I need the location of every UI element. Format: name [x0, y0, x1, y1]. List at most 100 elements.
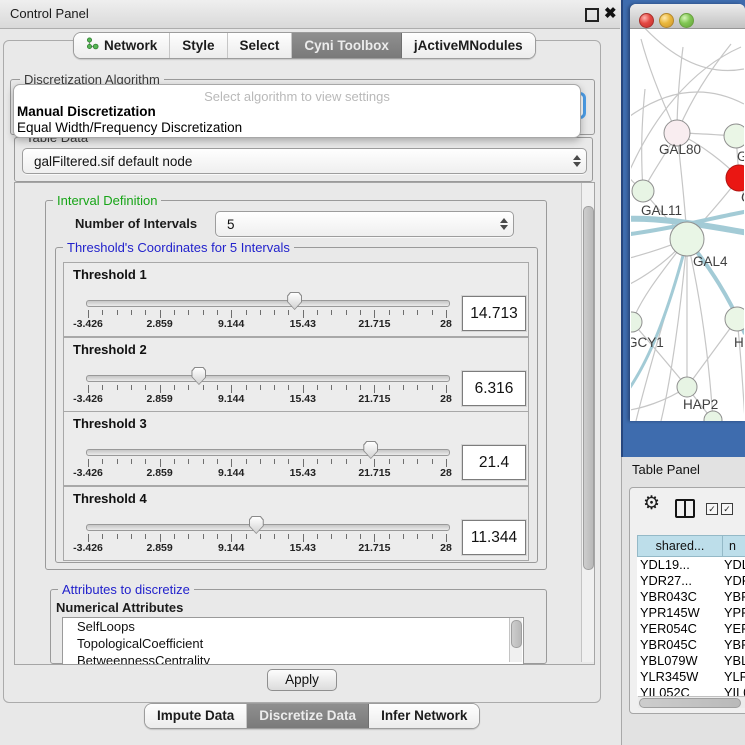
algorithm-option[interactable]: Manual Discretization	[17, 104, 156, 119]
minor-tick	[217, 385, 218, 390]
bottom-tab-infer-network[interactable]: Infer Network	[369, 704, 479, 728]
table-row[interactable]: YBR045CYBR0	[637, 637, 745, 653]
minimize-traffic-light[interactable]	[659, 13, 674, 28]
vertical-scrollbar[interactable]	[581, 183, 594, 662]
tick-label: -3.426	[64, 542, 112, 554]
tick-label: -3.426	[64, 467, 112, 479]
slider-track[interactable]	[86, 524, 450, 531]
threshold-value-field[interactable]	[462, 445, 526, 480]
table-row[interactable]: YBR043CYBR0	[637, 589, 745, 605]
minor-tick	[346, 310, 347, 315]
table-row[interactable]: YLR345WYLR3	[637, 669, 745, 685]
threshold-value-field[interactable]	[462, 296, 526, 331]
tick-label: 9.144	[207, 542, 255, 554]
minor-tick	[389, 459, 390, 464]
network-node[interactable]	[670, 222, 704, 256]
node-label: GCY1	[631, 335, 664, 350]
network-window-titlebar[interactable]	[630, 4, 745, 29]
tab-style[interactable]: Style	[170, 33, 227, 58]
column-header-shared-name[interactable]: shared...	[637, 535, 723, 557]
network-node-selected[interactable]	[726, 165, 744, 191]
tick-label: -3.426	[64, 318, 112, 330]
minor-tick	[174, 534, 175, 539]
float-window-icon[interactable]	[585, 8, 599, 22]
table-row[interactable]: YDR27...YDR2	[637, 573, 745, 589]
tick-label: 15.43	[279, 542, 327, 554]
tab-label: jActiveMNodules	[414, 38, 523, 53]
table-row[interactable]: YBL079WYBL0	[637, 653, 745, 669]
minor-tick	[203, 385, 204, 390]
minor-tick	[188, 459, 189, 464]
slider-thumb[interactable]	[363, 441, 378, 459]
cell-name: YBR0	[724, 637, 745, 652]
table-data-select[interactable]: galFiltered.sif default node	[22, 148, 587, 174]
attribute-list-item[interactable]: SelfLoops	[63, 618, 523, 635]
close-traffic-light[interactable]	[639, 13, 654, 28]
minor-tick	[102, 385, 103, 390]
network-node[interactable]	[725, 307, 744, 331]
zoom-traffic-light[interactable]	[679, 13, 694, 28]
close-icon[interactable]: ✖	[604, 4, 617, 22]
network-node[interactable]	[631, 312, 642, 332]
apply-button[interactable]: Apply	[267, 669, 337, 691]
attributes-list-scrollbar[interactable]	[509, 618, 522, 662]
slider-track[interactable]	[86, 449, 450, 456]
tick-label: -3.426	[64, 393, 112, 405]
checkbox-icon-2[interactable]: ✓	[721, 503, 733, 515]
minor-tick	[102, 459, 103, 464]
minor-tick	[117, 310, 118, 315]
network-graph: GAL80GAGAL11CGAL4GCY1HHAP2	[631, 29, 744, 421]
bottom-tab-discretize-data[interactable]: Discretize Data	[247, 704, 369, 728]
attributes-scrollbar-thumb[interactable]	[511, 620, 522, 648]
table-row[interactable]: YDL19...YDL1	[637, 557, 745, 573]
split-pane-icon[interactable]	[675, 499, 695, 518]
top-tab-bar: NetworkStyleSelectCyni Toolbox jActiveMNo…	[73, 32, 536, 59]
numerical-attributes-list[interactable]: SelfLoopsTopologicalCoefficientBetweenne…	[62, 617, 524, 665]
node-label: GAL4	[693, 254, 728, 269]
horizontal-scrollbar-thumb[interactable]	[639, 698, 741, 708]
number-of-intervals-spinner[interactable]: 5	[215, 211, 514, 237]
slider-thumb[interactable]	[191, 367, 206, 385]
threshold-value-field[interactable]	[462, 520, 526, 555]
slider-track[interactable]	[86, 300, 450, 307]
network-edge	[631, 92, 744, 119]
minor-tick	[260, 385, 261, 390]
attribute-list-item[interactable]: BetweennessCentrality	[63, 652, 523, 665]
slider-track[interactable]	[86, 375, 450, 382]
tick-label: 2.859	[136, 393, 184, 405]
table-data-value: galFiltered.sif default node	[23, 154, 568, 169]
network-node[interactable]	[724, 124, 744, 148]
network-node-icon	[86, 37, 99, 53]
table-row[interactable]: YIL052CYIL0	[637, 685, 745, 696]
vertical-scrollbar-thumb[interactable]	[583, 206, 594, 570]
minor-tick	[145, 310, 146, 315]
checkbox-icon-1[interactable]: ✓	[706, 503, 718, 515]
gear-icon[interactable]: ⚙	[643, 494, 660, 513]
minor-tick	[317, 534, 318, 539]
attribute-list-item[interactable]: TopologicalCoefficient	[63, 635, 523, 652]
table-row[interactable]: YPR145WYPR1	[637, 605, 745, 621]
threshold-value-field[interactable]	[462, 371, 526, 406]
network-canvas[interactable]: GAL80GAGAL11CGAL4GCY1HHAP2	[631, 29, 744, 421]
tab-select[interactable]: Select	[228, 33, 293, 58]
network-node[interactable]	[632, 180, 654, 202]
network-node[interactable]	[677, 377, 697, 397]
algorithm-option[interactable]: Equal Width/Frequency Discretization	[17, 120, 242, 135]
minor-tick	[260, 310, 261, 315]
table-row[interactable]: YER054CYER0	[637, 621, 745, 637]
major-tick	[160, 534, 161, 542]
cell-name: YLR3	[724, 669, 745, 684]
column-header-name[interactable]: n	[722, 535, 745, 557]
tab-network[interactable]: Network	[74, 33, 170, 58]
bottom-tab-impute-data[interactable]: Impute Data	[145, 704, 247, 728]
minor-tick	[203, 534, 204, 539]
major-tick	[231, 385, 232, 393]
slider-thumb[interactable]	[249, 516, 264, 534]
horizontal-scrollbar[interactable]	[638, 696, 745, 708]
slider-thumb[interactable]	[287, 292, 302, 310]
tab-jactivemnodules[interactable]: jActiveMNodules	[402, 33, 535, 58]
minor-tick	[102, 310, 103, 315]
tab-cyni-toolbox[interactable]: Cyni Toolbox	[292, 33, 402, 58]
table-body[interactable]: YDL19...YDL1YDR27...YDR2YBR043CYBR0YPR14…	[637, 557, 745, 696]
major-tick	[446, 459, 447, 467]
